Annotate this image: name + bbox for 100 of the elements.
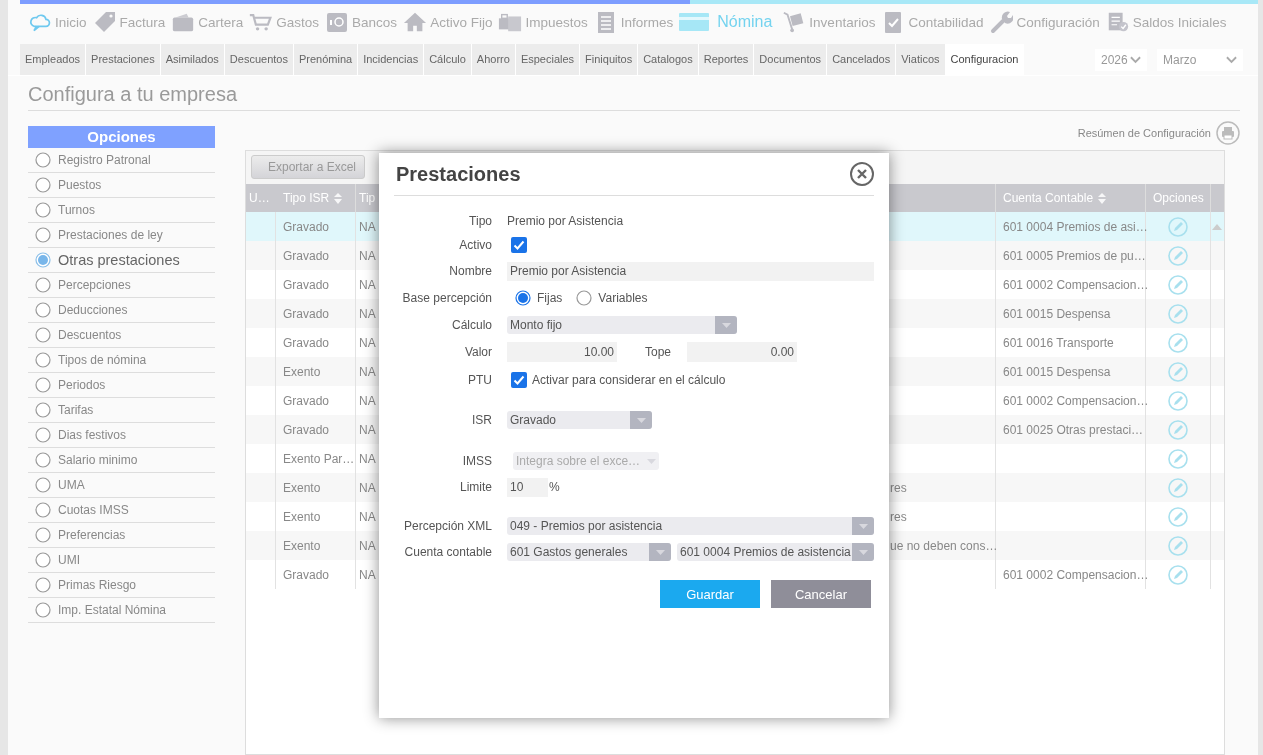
sidebar-item[interactable]: Descuentos: [28, 323, 215, 348]
tope-field[interactable]: 0.00: [687, 342, 797, 362]
tab[interactable]: Documentos: [754, 44, 828, 75]
sidebar-item[interactable]: Periodos: [28, 373, 215, 398]
dialog-title: Prestaciones: [396, 162, 521, 186]
limite-field[interactable]: 10: [507, 477, 548, 497]
nav-item[interactable]: Factura: [92, 10, 166, 34]
table-cell-text: NA: [358, 392, 377, 410]
nombre-field[interactable]: Premio por Asistencia: [507, 261, 874, 281]
table-cell: res: [890, 473, 996, 502]
edit-icon[interactable]: [1168, 361, 1188, 382]
save-button[interactable]: Guardar: [660, 580, 760, 608]
nav-item[interactable]: Inventarios: [782, 10, 876, 34]
nav-item[interactable]: Impuestos: [498, 10, 588, 34]
field-label: Activo: [458, 238, 492, 252]
table-cell-text: NA: [358, 363, 377, 381]
tab[interactable]: Reportes: [698, 44, 755, 75]
calculo-select[interactable]: Monto fijo: [507, 316, 737, 334]
field-label: PTU: [467, 373, 492, 387]
tab[interactable]: Finiquitos: [580, 44, 639, 75]
sidebar-item[interactable]: Preferencias: [28, 523, 215, 548]
tab[interactable]: Catalogos: [638, 44, 699, 75]
sidebar-item[interactable]: Cuotas IMSS: [28, 498, 215, 523]
nav-item[interactable]: Saldos Iniciales: [1105, 10, 1227, 34]
sidebar-item[interactable]: UMI: [28, 548, 215, 573]
edit-icon[interactable]: [1168, 245, 1188, 266]
tab[interactable]: Viaticos: [896, 44, 946, 75]
summary-link[interactable]: Resúmen de Configuración: [1077, 122, 1240, 144]
sidebar-item[interactable]: Primas Riesgo: [28, 573, 215, 598]
nav-item[interactable]: Activo Fijo: [403, 10, 493, 34]
year-select[interactable]: 2026: [1095, 48, 1147, 71]
subcuenta-select[interactable]: 601 0004 Premios de asistencia: [677, 543, 874, 561]
month-select[interactable]: Marzo: [1157, 48, 1243, 71]
close-icon[interactable]: [850, 162, 874, 186]
edit-icon[interactable]: [1168, 448, 1188, 469]
field-label: Base percepción: [401, 291, 492, 305]
tab[interactable]: Cancelados: [827, 44, 897, 75]
tab[interactable]: Prestaciones: [86, 44, 161, 75]
nav-item[interactable]: Cartera: [171, 10, 244, 34]
nav-item[interactable]: Configuración: [989, 10, 1100, 34]
sidebar-item[interactable]: Imp. Estatal Nómina: [28, 598, 215, 623]
sidebar-item[interactable]: Prestaciones de ley: [28, 223, 215, 248]
cuenta-select[interactable]: 601 Gastos generales: [507, 543, 671, 561]
field-label: Tipo: [468, 214, 492, 228]
edit-icon[interactable]: [1168, 477, 1188, 498]
export-excel-button[interactable]: Exportar a Excel: [251, 155, 365, 179]
field-label: Cálculo: [450, 318, 492, 332]
edit-icon[interactable]: [1168, 332, 1188, 353]
sidebar-item[interactable]: Tarifas: [28, 398, 215, 423]
field-label: ISR: [471, 413, 492, 427]
sidebar-item[interactable]: Percepciones: [28, 273, 215, 298]
edit-icon[interactable]: [1168, 390, 1188, 411]
radio-option[interactable]: Variables: [576, 290, 648, 306]
table-cell: 601 0015 Despensa: [996, 357, 1146, 386]
sidebar-item[interactable]: UMA: [28, 473, 215, 498]
sidebar-header: Opciones: [28, 126, 215, 148]
sidebar-item[interactable]: Tipos de nómina: [28, 348, 215, 373]
table-cell-text: NA: [358, 218, 377, 236]
tab[interactable]: Cálculo: [424, 44, 472, 75]
scroll-up-icon[interactable]: [1212, 224, 1222, 230]
percepcion-xml-select[interactable]: 049 - Premios por asistencia: [507, 517, 874, 535]
nav-item[interactable]: Contabilidad: [881, 10, 984, 34]
edit-icon[interactable]: [1168, 216, 1188, 237]
sidebar-item[interactable]: Salario minimo: [28, 448, 215, 473]
nav-item[interactable]: Bancos: [325, 10, 398, 34]
isr-select[interactable]: Gravado: [507, 411, 652, 429]
ptu-checkbox[interactable]: [511, 372, 527, 388]
tab[interactable]: Incidencias: [358, 44, 425, 75]
field-label: IMSS: [461, 454, 492, 468]
cancel-button[interactable]: Cancelar: [771, 580, 871, 608]
table-cell: Gravado: [276, 299, 356, 328]
tab[interactable]: Asimilados: [160, 44, 225, 75]
edit-icon[interactable]: [1168, 564, 1188, 585]
activo-checkbox[interactable]: [511, 237, 527, 253]
nav-item[interactable]: Inicio: [28, 10, 87, 34]
sidebar-item[interactable]: Puestos: [28, 173, 215, 198]
radio-option[interactable]: Fijas: [515, 290, 563, 306]
edit-icon[interactable]: [1168, 274, 1188, 295]
sidebar-item[interactable]: Otras prestaciones: [28, 248, 215, 273]
tab[interactable]: Ahorro: [471, 44, 516, 75]
tab[interactable]: Configuracion: [945, 44, 1025, 75]
sidebar-item[interactable]: Turnos: [28, 198, 215, 223]
sidebar-item[interactable]: Deducciones: [28, 298, 215, 323]
edit-icon[interactable]: [1168, 419, 1188, 440]
edit-icon[interactable]: [1168, 535, 1188, 556]
caret-down-icon: [721, 322, 731, 328]
sidebar-item[interactable]: Registro Patronal: [28, 148, 215, 173]
table-cell: Gravado: [276, 415, 356, 444]
nav-item[interactable]: Gastos: [249, 10, 320, 34]
tab[interactable]: Especiales: [515, 44, 581, 75]
table-cell: Exento: [276, 531, 356, 560]
tab[interactable]: Prenómina: [293, 44, 359, 75]
sidebar-item[interactable]: Dias festivos: [28, 423, 215, 448]
table-cell: 601 0025 Otras prestaci…: [996, 415, 1146, 444]
edit-icon[interactable]: [1168, 506, 1188, 527]
nav-item[interactable]: Informes: [593, 10, 674, 34]
tab[interactable]: Empleados: [20, 44, 87, 75]
valor-field[interactable]: 10.00: [507, 342, 617, 362]
edit-icon[interactable]: [1168, 303, 1188, 324]
tab[interactable]: Descuentos: [224, 44, 294, 75]
